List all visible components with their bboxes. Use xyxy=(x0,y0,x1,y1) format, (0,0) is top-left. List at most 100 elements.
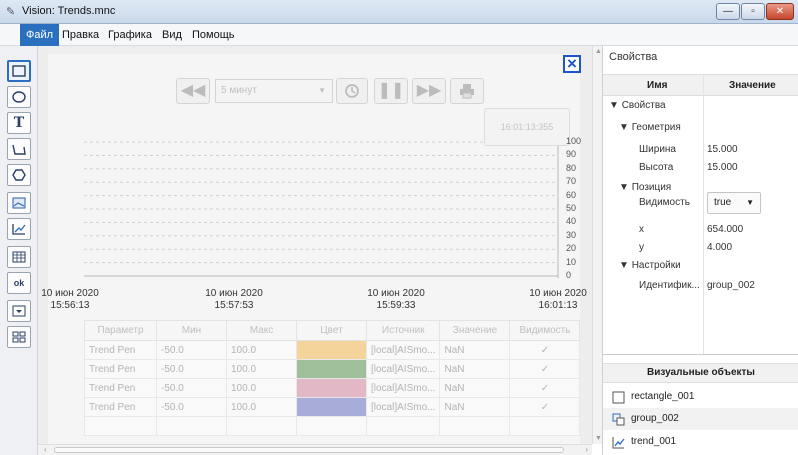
menu-help[interactable]: Помощь xyxy=(186,24,241,46)
canvas-horizontal-scrollbar[interactable]: ‹ › xyxy=(38,444,592,455)
pen-table-header[interactable]: Параметр xyxy=(84,320,157,341)
pen-table: Параметр Мин Макс Цвет Источник Значение Видим… xyxy=(84,320,581,436)
pen-table-header[interactable]: Источник xyxy=(365,320,441,341)
menu-file[interactable]: Файл xyxy=(20,24,60,46)
visual-object-item[interactable]: rectangle_001 xyxy=(603,386,798,408)
visual-object-item[interactable]: trend_001 xyxy=(603,431,798,453)
y-label: y xyxy=(639,242,644,253)
column-divider xyxy=(703,74,704,354)
pen-table-row[interactable]: Trend Pen -50.0 100.0 [local]AISmo... NaN ✓ xyxy=(84,340,581,360)
print-button[interactable] xyxy=(450,78,484,104)
tree-settings[interactable]: ▼ Настройки xyxy=(619,260,681,271)
table-tool-icon[interactable] xyxy=(7,246,31,268)
pen-visible-cell[interactable]: ✓ xyxy=(509,359,581,379)
button-tool-icon[interactable]: ok xyxy=(7,272,31,294)
col-name-header: Имя xyxy=(647,80,668,91)
x-tick-time: 16:01:13 xyxy=(538,300,578,311)
pen-value-cell: NaN xyxy=(439,359,511,379)
current-time-display: 16:01:13:355 xyxy=(484,108,570,146)
y-tick-label: 30 xyxy=(566,229,577,240)
pen-empty-cell xyxy=(226,416,297,436)
pen-empty-cell xyxy=(365,416,441,436)
x-value[interactable]: 654.000 xyxy=(707,224,743,235)
tree-root-label: Свойства xyxy=(621,100,666,111)
horizontal-scroll-thumb[interactable] xyxy=(54,447,564,453)
pen-empty-cell xyxy=(84,416,157,436)
close-window-button[interactable]: ✕ xyxy=(766,3,794,20)
y-tick-label: 90 xyxy=(566,149,577,160)
menu-bar: Файл Правка Графика Вид Помощь xyxy=(0,24,798,46)
visual-objects-title: Визуальные объекты xyxy=(603,363,798,383)
expand-arrow-icon: ▼ xyxy=(609,100,622,111)
pen-max-cell: 100.0 xyxy=(226,378,297,398)
y-tick-label: 0 xyxy=(566,270,572,280)
close-trend-icon[interactable]: × xyxy=(563,55,581,73)
visual-objects-panel: Визуальные объекты rectangle_001 group_0… xyxy=(602,354,798,455)
text-tool-icon[interactable]: T xyxy=(7,112,31,134)
pen-param-cell: Trend Pen xyxy=(84,359,157,379)
minimize-button[interactable]: — xyxy=(716,3,740,20)
fast-forward-button[interactable]: ▶▶ xyxy=(412,78,446,104)
polygon-tool-icon[interactable] xyxy=(7,164,31,186)
canvas-vertical-scrollbar[interactable]: ▲ ▼ xyxy=(592,46,602,444)
pen-min-cell: -50.0 xyxy=(156,378,227,398)
maximize-button[interactable]: ▫ xyxy=(741,3,765,20)
interval-combo[interactable]: 5 минут ▼ xyxy=(215,79,333,103)
pen-min-cell: -50.0 xyxy=(156,340,227,360)
y-tick-label: 80 xyxy=(566,162,577,173)
pen-table-row[interactable]: Trend Pen -50.0 100.0 [local]AISmo... NaN ✓ xyxy=(84,397,581,417)
chevron-down-icon: ▼ xyxy=(318,86,326,95)
id-label: Идентифик... xyxy=(639,280,700,291)
app-logo-icon: ✎ xyxy=(6,6,16,18)
tree-root[interactable]: ▼ Свойства xyxy=(609,100,666,111)
pen-table-header[interactable]: Значение xyxy=(439,320,511,341)
y-tick-label: 100 xyxy=(566,136,582,146)
tree-settings-label: Настройки xyxy=(631,260,681,271)
menu-graphics[interactable]: Графика xyxy=(102,24,158,46)
menu-view[interactable]: Вид xyxy=(156,24,188,46)
menu-edit[interactable]: Правка xyxy=(56,24,105,46)
properties-panel: Свойства Имя Значение ▼ Свойства ▼ Геоме… xyxy=(602,46,798,354)
rectangle-tool-icon[interactable] xyxy=(7,60,31,82)
ellipse-tool-icon[interactable] xyxy=(7,86,31,108)
scroll-down-icon: ▼ xyxy=(595,435,602,442)
pause-button[interactable]: ❚❚ xyxy=(374,78,408,104)
pen-empty-cell xyxy=(509,416,581,436)
pen-source-cell: [local]AISmo... xyxy=(365,397,441,417)
polyline-tool-icon[interactable] xyxy=(7,138,31,160)
clock-button[interactable] xyxy=(336,78,368,104)
pen-table-header[interactable]: Макс xyxy=(226,320,297,341)
pen-source-cell: [local]AISmo... xyxy=(365,378,441,398)
tree-position[interactable]: ▼ Позиция xyxy=(619,182,671,193)
pen-visible-cell[interactable]: ✓ xyxy=(509,340,581,360)
pen-table-header[interactable]: Мин xyxy=(156,320,227,341)
expand-arrow-icon: ▼ xyxy=(619,260,632,271)
visibility-value: true xyxy=(714,197,732,208)
title-bar: ✎ Vision: Trends.mnc — ▫ ✕ xyxy=(0,0,798,24)
pen-table-header[interactable]: Цвет xyxy=(296,320,367,341)
pen-table-row[interactable]: Trend Pen -50.0 100.0 [local]AISmo... NaN ✓ xyxy=(84,378,581,398)
visual-object-label: group_002 xyxy=(631,413,679,424)
y-tick-label: 70 xyxy=(566,176,577,187)
trend-tool-icon[interactable] xyxy=(7,218,31,240)
rewind-button[interactable]: ◀◀ xyxy=(176,78,210,104)
width-value[interactable]: 15.000 xyxy=(707,144,738,155)
y-tick-label: 40 xyxy=(566,216,577,227)
y-value[interactable]: 4.000 xyxy=(707,242,732,253)
group-icon xyxy=(612,413,625,426)
image-tool-icon[interactable] xyxy=(7,192,31,214)
height-value[interactable]: 15.000 xyxy=(707,162,738,173)
pen-table-header[interactable]: Видимость xyxy=(509,320,581,341)
pen-visible-cell[interactable]: ✓ xyxy=(509,378,581,398)
id-value[interactable]: group_002 xyxy=(707,280,755,291)
pen-source-cell: [local]AISmo... xyxy=(365,340,441,360)
combobox-tool-icon[interactable] xyxy=(7,300,31,322)
visual-object-item[interactable]: group_002 xyxy=(603,408,798,430)
pen-table-row[interactable]: Trend Pen -50.0 100.0 [local]AISmo... NaN ✓ xyxy=(84,359,581,379)
tree-geometry[interactable]: ▼ Геометрия xyxy=(619,122,681,133)
visibility-select[interactable]: true ▼ xyxy=(707,192,761,214)
pen-color-swatch xyxy=(296,378,367,398)
pen-visible-cell[interactable]: ✓ xyxy=(509,397,581,417)
x-tick-label: 10 июн 2020 15:57:53 xyxy=(194,288,274,312)
group-tool-icon[interactable] xyxy=(7,326,31,348)
